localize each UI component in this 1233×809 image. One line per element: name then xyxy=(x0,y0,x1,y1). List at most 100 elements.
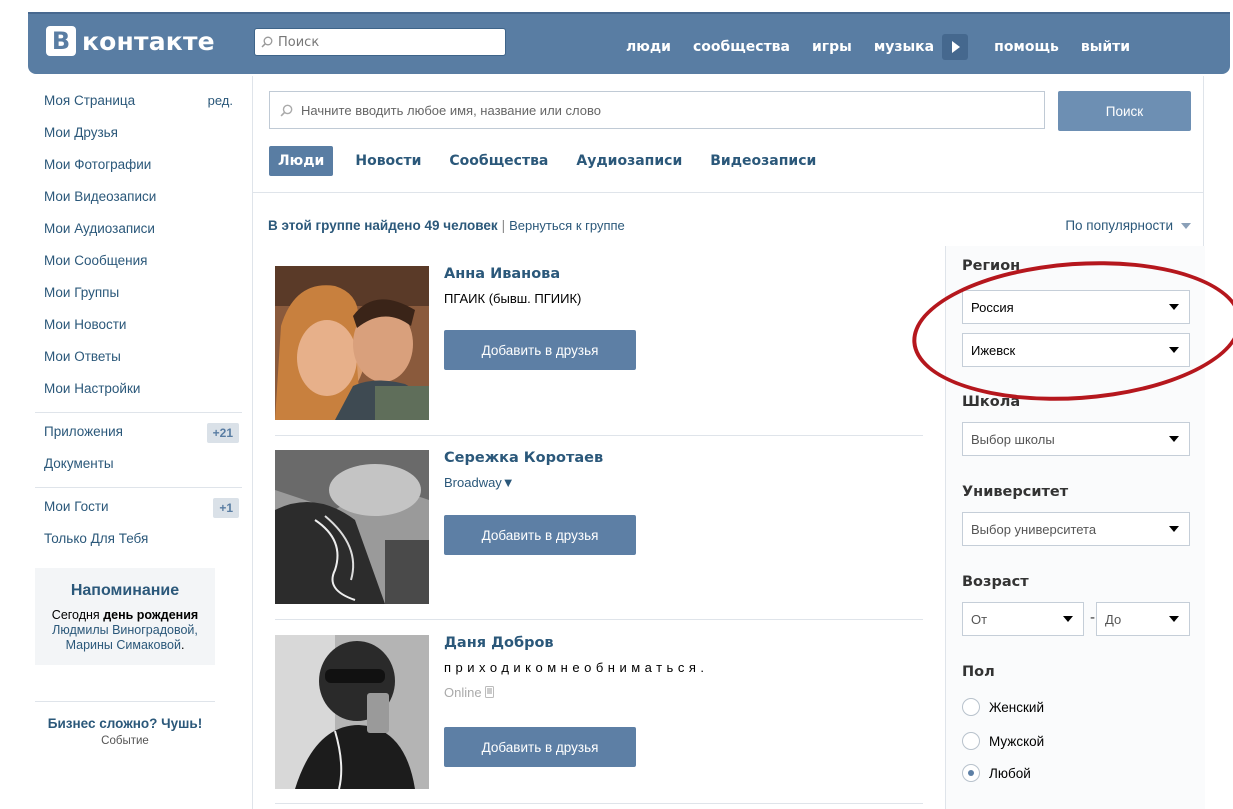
university-placeholder: Выбор университета xyxy=(971,521,1097,537)
tab-news[interactable]: Новости xyxy=(355,153,421,169)
radio-circle-selected[interactable] xyxy=(962,764,980,782)
radio-female[interactable]: Женский xyxy=(962,698,1044,716)
result-name[interactable]: Сережка Коротаев xyxy=(444,450,603,466)
nav-people[interactable]: люди xyxy=(626,39,671,55)
tab-communities[interactable]: Сообщества xyxy=(449,153,548,169)
divider xyxy=(275,803,923,804)
reminder-names-link[interactable]: Людмилы Виноградовой, Марины Симаковой xyxy=(52,623,198,652)
radio-label: Любой xyxy=(989,765,1031,781)
ad-title[interactable]: Бизнес сложно? Чушь! xyxy=(35,716,215,732)
sidebar-item-label: Мои Фотографии xyxy=(44,157,152,172)
summary-separator: | xyxy=(501,218,506,233)
play-icon[interactable] xyxy=(942,34,969,60)
chevron-down-icon xyxy=(1181,223,1191,230)
nav-games[interactable]: игры xyxy=(812,39,852,55)
university-select[interactable]: Выбор университета xyxy=(962,512,1190,546)
result-subtitle[interactable]: Broadway▼ xyxy=(444,475,515,490)
sidebar-item-only-for-you[interactable]: Только Для Тебя xyxy=(35,528,245,560)
sidebar-item-my-page[interactable]: Моя Страница ред. xyxy=(35,90,245,122)
sidebar-item-label: Мои Видеозаписи xyxy=(44,189,157,204)
add-friend-button[interactable]: Добавить в друзья xyxy=(444,727,636,767)
radio-circle[interactable] xyxy=(962,732,980,750)
search-input[interactable]: Начните вводить любое имя, название или … xyxy=(269,91,1045,129)
add-friend-button[interactable]: Добавить в друзья xyxy=(444,330,636,370)
sidebar-item-videos[interactable]: Мои Видеозаписи xyxy=(35,186,245,218)
age-to-select[interactable]: До xyxy=(1096,602,1190,636)
radio-male[interactable]: Мужской xyxy=(962,732,1044,750)
filters-panel: Регион Россия Ижевск Школа Выбор школы У… xyxy=(945,246,1205,809)
sidebar-item-messages[interactable]: Мои Сообщения xyxy=(35,250,245,282)
city-select[interactable]: Ижевск xyxy=(962,333,1190,367)
country-select[interactable]: Россия xyxy=(962,290,1190,324)
result-name[interactable]: Анна Иванова xyxy=(444,266,560,282)
sidebar-item-apps[interactable]: Приложения +21 xyxy=(35,421,245,453)
school-select[interactable]: Выбор школы xyxy=(962,422,1190,456)
divider xyxy=(275,435,923,436)
divider xyxy=(35,701,215,702)
sidebar-item-label: Мои Новости xyxy=(44,317,127,332)
sidebar-item-answers[interactable]: Мои Ответы xyxy=(35,346,245,378)
sidebar-item-label: Документы xyxy=(44,456,114,471)
sort-dropdown[interactable]: По популярности xyxy=(1065,218,1191,233)
logo-mark: В xyxy=(46,26,76,56)
results-count: В этой группе найдено 49 человек xyxy=(268,218,498,233)
tab-people[interactable]: Люди xyxy=(269,146,334,176)
nav-help[interactable]: помощь xyxy=(994,39,1059,55)
radio-any[interactable]: Любой xyxy=(962,764,1031,782)
mobile-phone-icon xyxy=(485,686,495,698)
result-name[interactable]: Даня Добров xyxy=(444,635,554,651)
logo-text: контакте xyxy=(82,26,215,56)
tab-video[interactable]: Видеозаписи xyxy=(710,153,816,169)
chevron-down-icon xyxy=(1169,347,1179,353)
search-tabs: Люди Новости Сообщества Аудиозаписи Виде… xyxy=(269,146,844,176)
sidebar-item-guests[interactable]: Мои Гости +1 xyxy=(35,496,245,528)
age-from-select[interactable]: От xyxy=(962,602,1084,636)
chevron-down-icon xyxy=(1169,436,1179,442)
back-to-group-link[interactable]: Вернуться к группе xyxy=(509,218,625,233)
edit-link[interactable]: ред. xyxy=(208,90,233,112)
sidebar-item-friends[interactable]: Мои Друзья xyxy=(35,122,245,154)
apps-count-badge: +21 xyxy=(206,423,239,443)
tab-audio[interactable]: Аудиозаписи xyxy=(576,153,682,169)
avatar[interactable] xyxy=(275,635,429,789)
age-from-value: От xyxy=(971,611,988,627)
add-friend-button[interactable]: Добавить в друзья xyxy=(444,515,636,555)
sidebar-item-news[interactable]: Мои Новости xyxy=(35,314,245,346)
sidebar-item-documents[interactable]: Документы xyxy=(35,453,245,485)
nav-communities[interactable]: сообщества xyxy=(693,39,790,55)
sidebar-item-label: Мои Настройки xyxy=(44,381,141,396)
radio-circle[interactable] xyxy=(962,698,980,716)
sidebar-item-label: Мои Ответы xyxy=(44,349,121,364)
result-subtitle: ПГАИК (бывш. ПГИИК) xyxy=(444,291,582,306)
left-menu: Моя Страница ред. Мои Друзья Мои Фотограф… xyxy=(35,90,245,747)
age-dash: - xyxy=(1090,610,1096,626)
sidebar-item-label: Мои Сообщения xyxy=(44,253,148,268)
sidebar-item-audio[interactable]: Мои Аудиозаписи xyxy=(35,218,245,250)
chevron-down-icon xyxy=(1063,616,1073,622)
divider xyxy=(35,487,242,488)
sidebar-item-groups[interactable]: Мои Группы xyxy=(35,282,245,314)
header-search-input[interactable]: Поиск xyxy=(254,28,506,56)
sex-label: Пол xyxy=(962,664,995,680)
search-icon xyxy=(280,104,293,116)
search-button[interactable]: Поиск xyxy=(1058,91,1191,131)
age-label: Возраст xyxy=(962,574,1029,590)
reminder-end: . xyxy=(180,638,185,652)
ad-block[interactable]: Бизнес сложно? Чушь! Событие xyxy=(35,716,215,747)
logo[interactable]: В контакте xyxy=(46,26,215,56)
nav-music[interactable]: музыка xyxy=(874,39,934,55)
nav-logout[interactable]: выйти xyxy=(1081,39,1130,55)
reminder-birthday: день рождения xyxy=(103,608,199,622)
chevron-down-icon xyxy=(1169,616,1179,622)
sidebar-item-photos[interactable]: Мои Фотографии xyxy=(35,154,245,186)
avatar[interactable] xyxy=(275,266,429,420)
avatar[interactable] xyxy=(275,450,429,604)
country-value: Россия xyxy=(971,299,1014,315)
online-label: Online xyxy=(444,685,482,700)
sidebar-item-settings[interactable]: Мои Настройки xyxy=(35,378,245,410)
school-label: Школа xyxy=(962,394,1021,410)
birthday-reminder: Напоминание Сегодня день рождения Людмил… xyxy=(35,568,215,665)
guests-count-badge: +1 xyxy=(213,498,239,518)
divider xyxy=(35,412,242,413)
sidebar-item-label: Мои Друзья xyxy=(44,125,118,140)
